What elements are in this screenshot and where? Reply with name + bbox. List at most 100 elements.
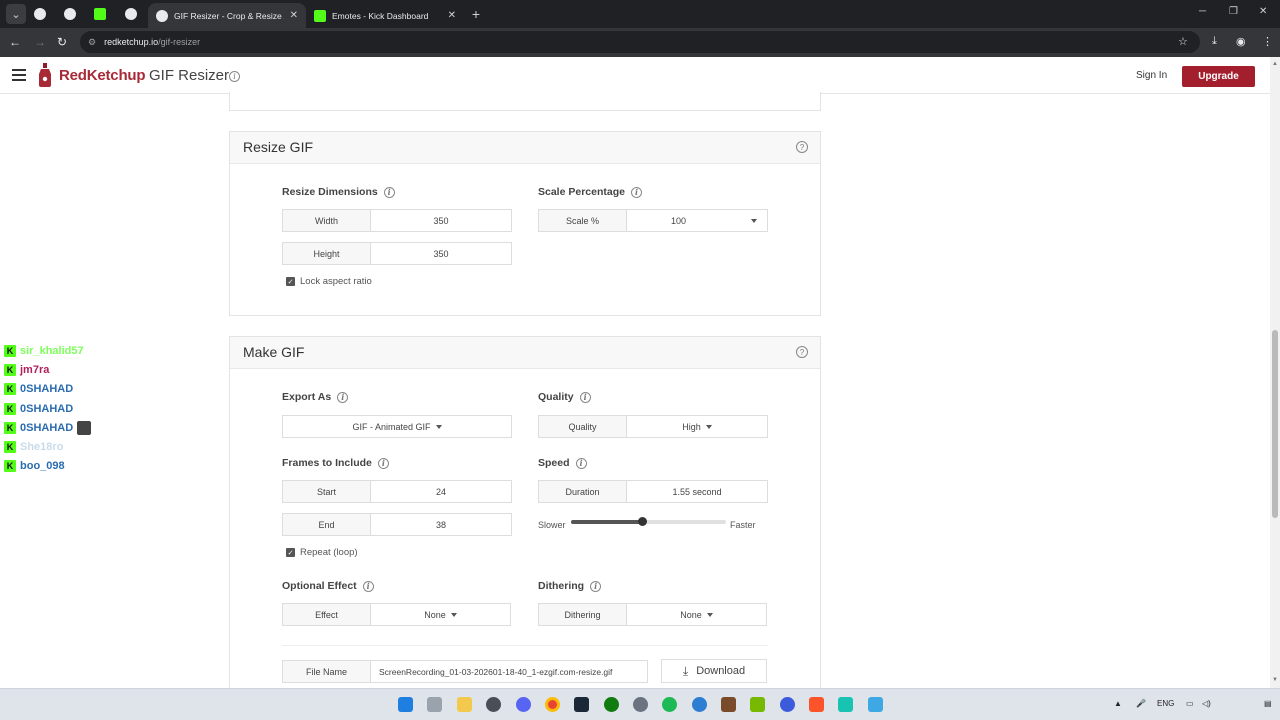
height-input[interactable]: 350: [371, 243, 511, 264]
hamburger-menu-icon[interactable]: [12, 69, 26, 81]
effect-select[interactable]: Effect None: [282, 603, 511, 626]
bookmark-star-icon[interactable]: ☆: [1178, 35, 1188, 48]
settings-icon[interactable]: [486, 697, 501, 712]
info-icon[interactable]: i: [575, 457, 587, 469]
scale-value[interactable]: 100: [627, 210, 767, 231]
file-explorer-icon[interactable]: [457, 697, 472, 712]
speed-slider-handle[interactable]: [638, 517, 647, 526]
volume-icon[interactable]: ◁): [1202, 699, 1211, 708]
minimize-icon[interactable]: ─: [1199, 6, 1206, 17]
spotify-icon[interactable]: [662, 697, 677, 712]
file-name-input[interactable]: ScreenRecording_01-03-202601-18-40_1-ezg…: [371, 661, 647, 682]
start-icon[interactable]: [398, 697, 413, 712]
tab-kick-emotes[interactable]: Emotes - Kick Dashboard ✕: [306, 3, 464, 28]
scrollbar-thumb[interactable]: [1272, 330, 1278, 518]
dithering-select[interactable]: Dithering None: [538, 603, 767, 626]
scroll-up-icon[interactable]: ▲: [1271, 61, 1279, 67]
chrome-icon[interactable]: [545, 697, 560, 712]
info-icon[interactable]: i: [579, 391, 591, 403]
widgets-icon[interactable]: [427, 697, 442, 712]
export-value[interactable]: GIF - Animated GIF: [283, 416, 511, 437]
export-as-select[interactable]: GIF - Animated GIF: [282, 415, 512, 438]
steam-icon[interactable]: [574, 697, 589, 712]
effect-value[interactable]: None: [371, 604, 510, 625]
help-icon[interactable]: ?: [796, 141, 808, 153]
scale-select[interactable]: Scale % 100: [538, 209, 768, 232]
site-info-icon[interactable]: ⚙: [88, 37, 96, 48]
checkbox-checked-icon[interactable]: ✓: [286, 277, 295, 286]
dithering-value[interactable]: None: [627, 604, 766, 625]
info-icon[interactable]: i: [383, 186, 395, 198]
info-icon[interactable]: i: [337, 391, 349, 403]
app-icon[interactable]: [780, 697, 795, 712]
slower-label: Slower: [538, 520, 566, 530]
lock-aspect-ratio-checkbox[interactable]: ✓ Lock aspect ratio: [286, 276, 372, 287]
app-icon[interactable]: [838, 697, 853, 712]
repeat-loop-checkbox[interactable]: ✓ Repeat (loop): [286, 547, 358, 558]
quality-value[interactable]: High: [627, 416, 767, 437]
tab-search-button[interactable]: ⌄: [6, 4, 26, 24]
new-tab-button[interactable]: +: [466, 4, 486, 24]
restore-icon[interactable]: ❐: [1229, 6, 1238, 17]
info-icon[interactable]: i: [590, 580, 602, 592]
reload-icon[interactable]: ↻: [57, 35, 67, 49]
back-icon[interactable]: ←: [9, 35, 21, 49]
microphone-icon[interactable]: 🎤: [1136, 699, 1146, 708]
address-bar[interactable]: ⚙ redketchup.io/gif-resizer: [80, 31, 1200, 53]
close-window-icon[interactable]: ✕: [1259, 6, 1267, 17]
language-indicator[interactable]: ENG: [1157, 699, 1174, 708]
forward-icon[interactable]: →: [34, 35, 46, 49]
close-tab-icon[interactable]: ✕: [290, 10, 298, 21]
end-input[interactable]: 38: [371, 514, 511, 535]
network-icon[interactable]: ▭: [1186, 699, 1194, 708]
file-name-field[interactable]: File Name ScreenRecording_01-03-202601-1…: [282, 660, 648, 683]
width-field[interactable]: Width 350: [282, 209, 512, 232]
upgrade-button[interactable]: Upgrade: [1182, 66, 1255, 87]
info-icon[interactable]: i: [362, 580, 374, 592]
sign-in-link[interactable]: Sign In: [1136, 70, 1167, 81]
height-field[interactable]: Height 350: [282, 242, 512, 265]
info-icon[interactable]: i: [229, 71, 240, 82]
panel-title: Make GIF: [243, 344, 305, 360]
help-icon[interactable]: ?: [796, 346, 808, 358]
chat-message: K 0SHAHAD: [4, 399, 124, 418]
profile-icon[interactable]: ◉: [1236, 35, 1246, 48]
windows-taskbar: ▲ 🎤 ENG ▭ ◁) ▤: [0, 688, 1280, 720]
scroll-down-icon[interactable]: ▼: [1271, 677, 1279, 683]
obs-icon[interactable]: [633, 697, 648, 712]
download-icon[interactable]: ⤓: [1212, 35, 1217, 48]
info-icon[interactable]: i: [630, 186, 642, 198]
xbox-icon[interactable]: [604, 697, 619, 712]
tab-favicon-icon: [64, 8, 76, 20]
chat-message: Kboo_098: [4, 457, 124, 476]
brave-icon[interactable]: [809, 697, 824, 712]
close-tab-icon[interactable]: ✕: [448, 10, 456, 21]
page-scrollbar[interactable]: ▲ ▼: [1270, 57, 1280, 688]
checkbox-checked-icon[interactable]: ✓: [286, 548, 295, 557]
menu-kebab-icon[interactable]: ⋮: [1262, 35, 1273, 48]
discord-icon[interactable]: [516, 697, 531, 712]
notification-icon[interactable]: ▤: [1264, 699, 1272, 708]
start-input[interactable]: 24: [371, 481, 511, 502]
quality-select[interactable]: Quality High: [538, 415, 768, 438]
width-input[interactable]: 350: [371, 210, 511, 231]
nvidia-icon[interactable]: [750, 697, 765, 712]
app-icon[interactable]: [721, 697, 736, 712]
app-icon[interactable]: [868, 697, 883, 712]
brand-name[interactable]: RedKetchup: [59, 67, 146, 84]
download-button[interactable]: ⤓ Download: [661, 659, 767, 683]
pinned-tab-3[interactable]: [120, 5, 142, 23]
pinned-tab-2[interactable]: [59, 5, 81, 23]
chevron-down-icon: [435, 424, 442, 429]
pinned-tab-1[interactable]: [29, 5, 51, 23]
app-c-icon[interactable]: [692, 697, 707, 712]
tray-chevron-up-icon[interactable]: ▲: [1114, 699, 1122, 708]
tab-gif-resizer[interactable]: GIF Resizer - Crop & Resize Animated GIF…: [148, 3, 306, 28]
duration-field[interactable]: Duration 1.55 second: [538, 480, 768, 503]
start-frame-field[interactable]: Start 24: [282, 480, 512, 503]
duration-value[interactable]: 1.55 second: [627, 481, 767, 502]
end-frame-field[interactable]: End 38: [282, 513, 512, 536]
pinned-tab-kick[interactable]: [89, 5, 111, 23]
info-icon[interactable]: i: [377, 457, 389, 469]
kick-badge-icon: K: [4, 460, 16, 473]
